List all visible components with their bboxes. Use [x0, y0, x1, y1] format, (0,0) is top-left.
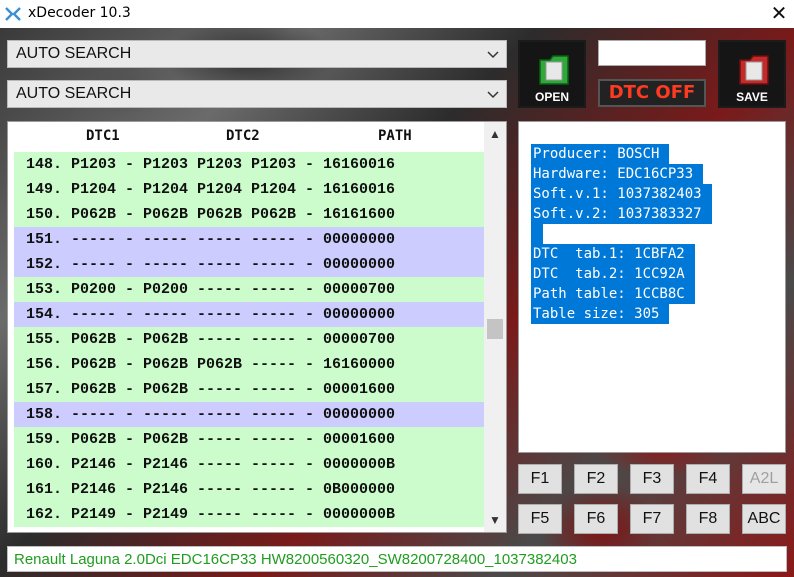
table-row[interactable]: 161. P2146 - P2146 ----- ----- - 0B00000… [14, 477, 484, 502]
f3-button[interactable]: F3 [630, 464, 674, 494]
chevron-down-icon [487, 91, 499, 99]
dtc-off-label: DTC OFF [608, 82, 696, 103]
table-row[interactable]: 156. P062B - P062B P062B ----- - 1616000… [14, 352, 484, 377]
info-line: Path table: 1CCB8C [531, 284, 695, 304]
f7-button[interactable]: F7 [630, 504, 674, 534]
info-line: Producer: BOSCH [531, 144, 670, 164]
info-line: DTC tab.1: 1CBFA2 [531, 244, 695, 264]
header-dtc2: DTC2 [226, 128, 260, 144]
header-dtc1: DTC1 [86, 128, 120, 144]
vertical-scrollbar[interactable]: ▲ ▼ [484, 122, 506, 532]
xdecoder-logo-icon [5, 7, 21, 21]
info-line: Hardware: EDC16CP33 [531, 164, 704, 184]
ecu-info-panel[interactable]: Producer: BOSCH Hardware: EDC16CP33 Soft.v… [518, 121, 786, 453]
header-path: PATH [378, 128, 412, 144]
info-line: DTC tab.2: 1CC92A [531, 264, 695, 284]
chevron-down-icon [487, 51, 499, 59]
info-line: Soft.v.2: 1037383327 [531, 204, 712, 224]
table-row[interactable]: 160. P2146 - P2146 ----- ----- - 0000000… [14, 452, 484, 477]
table-rows: 148. P1203 - P1203 P1203 P1203 - 1616001… [14, 152, 484, 527]
f5-button[interactable]: F5 [518, 504, 562, 534]
table-row[interactable]: 151. ----- - ----- ----- ----- - 0000000… [14, 227, 484, 252]
open-label: OPEN [534, 90, 569, 104]
info-lines: Producer: BOSCH Hardware: EDC16CP33 Soft.v… [531, 144, 712, 324]
info-line [531, 224, 543, 244]
combo-value: AUTO SEARCH [16, 85, 132, 102]
open-file-icon [539, 55, 569, 85]
table-row[interactable]: 155. P062B - P062B ----- ----- - 0000070… [14, 327, 484, 352]
table-row[interactable]: 159. P062B - P062B ----- ----- - 0000160… [14, 427, 484, 452]
f8-button[interactable]: F8 [686, 504, 730, 534]
table-row[interactable]: 157. P062B - P062B ----- ----- - 0000160… [14, 377, 484, 402]
title-bar: xDecoder 10.3 ✕ [0, 0, 794, 28]
combo-value: AUTO SEARCH [16, 45, 132, 62]
table-row[interactable]: 149. P1204 - P1204 P1204 P1204 - 1616001… [14, 177, 484, 202]
dtc-table[interactable]: DTC1 DTC2 PATH 148. P1203 - P1203 P1203 … [7, 121, 507, 533]
save-label: SAVE [736, 90, 768, 104]
f4-button[interactable]: F4 [686, 464, 730, 494]
f2-button[interactable]: F2 [574, 464, 618, 494]
table-row[interactable]: 152. ----- - ----- ----- ----- - 0000000… [14, 252, 484, 277]
empty-field [598, 40, 706, 66]
table-header: DTC1 DTC2 PATH [8, 122, 484, 150]
table-row[interactable]: 153. P0200 - P0200 ----- ----- - 0000070… [14, 277, 484, 302]
table-row[interactable]: 150. P062B - P062B P062B P062B - 1616160… [14, 202, 484, 227]
table-row[interactable]: 154. ----- - ----- ----- ----- - 0000000… [14, 302, 484, 327]
search-mode-combo-2[interactable]: AUTO SEARCH [7, 80, 507, 108]
status-text: Renault Laguna 2.0Dci EDC16CP33 HW820056… [14, 551, 577, 568]
search-mode-combo-1[interactable]: AUTO SEARCH [7, 40, 507, 68]
a2l-button[interactable]: A2L [742, 464, 786, 494]
f1-button[interactable]: F1 [518, 464, 562, 494]
scroll-up-icon[interactable]: ▲ [484, 124, 506, 144]
status-bar: Renault Laguna 2.0Dci EDC16CP33 HW820056… [7, 546, 787, 572]
save-button[interactable]: SAVE [718, 40, 786, 108]
close-icon[interactable]: ✕ [766, 1, 792, 25]
save-file-icon [739, 55, 769, 85]
table-row[interactable]: 162. P2149 - P2149 ----- ----- - 0000000… [14, 502, 484, 527]
window-title: xDecoder 10.3 [28, 5, 131, 21]
dtc-off-button[interactable]: DTC OFF [598, 79, 706, 107]
info-line: Table size: 305 [531, 304, 670, 324]
scroll-thumb[interactable] [487, 319, 503, 339]
table-row[interactable]: 158. ----- - ----- ----- ----- - 0000000… [14, 402, 484, 427]
f6-button[interactable]: F6 [574, 504, 618, 534]
open-button[interactable]: OPEN [518, 40, 586, 108]
info-line: Soft.v.1: 1037382403 [531, 184, 712, 204]
table-row[interactable]: 148. P1203 - P1203 P1203 P1203 - 1616001… [14, 152, 484, 177]
scroll-down-icon[interactable]: ▼ [484, 510, 506, 530]
abc-button[interactable]: ABC [742, 504, 786, 534]
